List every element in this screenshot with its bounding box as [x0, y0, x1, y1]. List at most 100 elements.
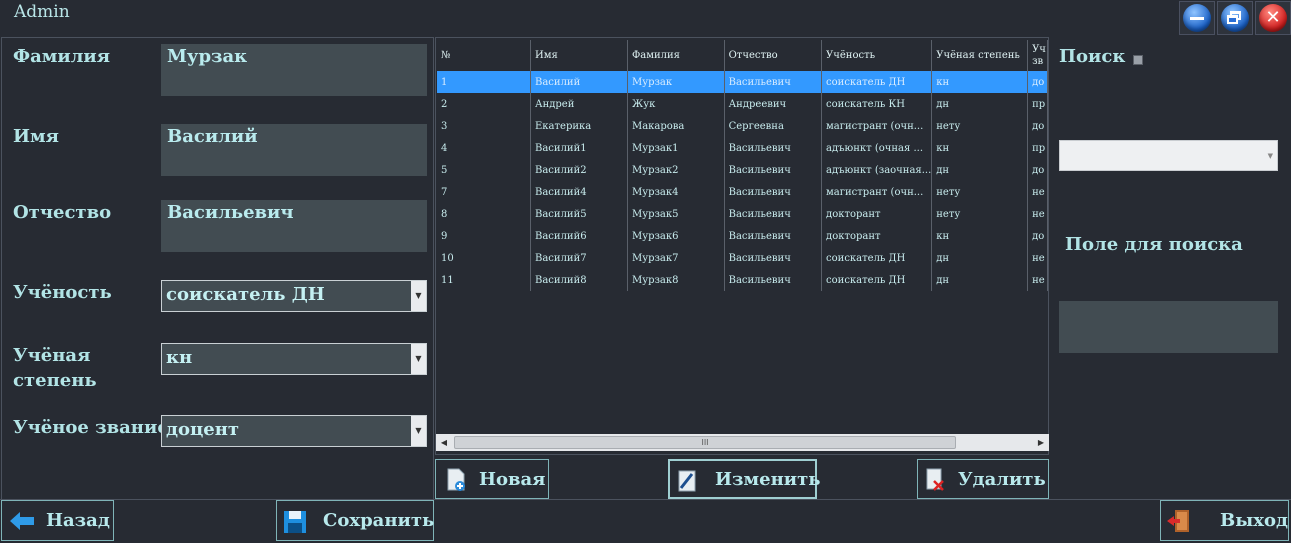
scroll-thumb[interactable]: III — [454, 436, 956, 449]
back-button-label: Назад — [46, 510, 110, 531]
column-header[interactable]: Учёность — [821, 40, 933, 71]
table-cell: Васильевич — [724, 269, 823, 291]
table-cell: Мурзак2 — [627, 159, 725, 181]
degree-select[interactable]: кн ▼ — [161, 343, 427, 375]
table-cell: 8 — [437, 203, 531, 225]
column-header[interactable]: Учёная степень — [931, 40, 1029, 71]
table-cell: Василий — [530, 71, 628, 93]
table-cell: соискатель ДН — [821, 71, 933, 93]
table-row[interactable]: 9 Василий6 Мурзак6 Васильевич докторант кн до — [437, 225, 1048, 247]
academic-title-label: Учёное звание — [13, 417, 169, 438]
table-cell: Василий4 — [530, 181, 628, 203]
table-cell: Мурзак7 — [627, 247, 725, 269]
patronymic-field[interactable]: Васильевич — [161, 200, 427, 252]
save-button[interactable]: Сохранить — [276, 500, 434, 541]
bottom-divider — [0, 499, 1291, 500]
surname-label: Фамилия — [13, 46, 111, 67]
table-cell: магистрант (очн... — [821, 115, 933, 137]
table-cell: дн — [931, 159, 1029, 181]
academic-title-select-value: доцент — [166, 419, 240, 440]
degree-label: Учёная степень — [13, 345, 97, 391]
chevron-down-icon: ▼ — [411, 416, 426, 446]
search-field-label: Поле для поиска — [1065, 234, 1243, 255]
table-row[interactable]: 7 Василий4 Мурзак4 Васильевич магистрант (оч… — [437, 181, 1048, 203]
table-cell: Василий2 — [530, 159, 628, 181]
table-cell: не — [1027, 181, 1048, 203]
table-cell: Мурзак5 — [627, 203, 725, 225]
new-button[interactable]: Новая — [435, 459, 549, 499]
table-cell: Мурзак4 — [627, 181, 725, 203]
table-row[interactable]: 2 Андрей Жук Андреевич соискатель КН дн пр — [437, 93, 1048, 115]
table-cell: Мурзак1 — [627, 137, 725, 159]
table-cell: не — [1027, 203, 1048, 225]
table-cell: 9 — [437, 225, 531, 247]
table-cell: Васильевич — [724, 71, 823, 93]
table-cell: до — [1027, 159, 1048, 181]
minimize-button[interactable] — [1179, 1, 1215, 35]
delete-button-label: Удалить — [958, 468, 1046, 490]
table-cell: 3 — [437, 115, 531, 137]
academic-title-select[interactable]: доцент ▼ — [161, 415, 427, 447]
search-input[interactable] — [1059, 301, 1278, 353]
restore-button[interactable] — [1217, 1, 1253, 35]
table-row[interactable]: 1 Василий Мурзак Васильевич соискатель ДН кн д… — [437, 71, 1048, 93]
search-label: Поиск — [1059, 46, 1126, 67]
column-header[interactable]: Уч зв — [1027, 40, 1048, 71]
scroll-right-icon[interactable]: ▶ — [1033, 434, 1049, 451]
table-cell: Мурзак — [627, 71, 725, 93]
grid-horizontal-scrollbar[interactable]: ◀ III ▶ — [436, 434, 1049, 451]
table-cell: до — [1027, 71, 1048, 93]
table-cell: до — [1027, 225, 1048, 247]
records-grid[interactable]: № Имя Фамилия Отчество Учёность Учёная степен… — [435, 37, 1049, 455]
table-cell: нету — [931, 203, 1029, 225]
table-cell: дн — [931, 269, 1029, 291]
study-select[interactable]: соискатель ДН ▼ — [161, 280, 427, 312]
restore-icon — [1221, 4, 1249, 32]
minimize-icon — [1183, 4, 1211, 32]
exit-button[interactable]: Выход — [1160, 500, 1289, 541]
table-cell: Васильевич — [724, 247, 823, 269]
table-row[interactable]: 10 Василий7 Мурзак7 Васильевич соискатель ДН… — [437, 247, 1048, 269]
back-button[interactable]: Назад — [1, 500, 114, 541]
floppy-icon — [284, 511, 306, 533]
table-cell: дн — [931, 247, 1029, 269]
table-cell: Василий5 — [530, 203, 628, 225]
name-field[interactable]: Василий — [161, 124, 427, 176]
search-column-select[interactable]: ▼ — [1059, 140, 1278, 171]
table-cell: не — [1027, 269, 1048, 291]
table-cell: кн — [931, 225, 1029, 247]
study-select-value: соискатель ДН — [166, 284, 325, 305]
column-header[interactable]: № — [437, 40, 531, 71]
table-row[interactable]: 8 Василий5 Мурзак5 Васильевич докторант нету н… — [437, 203, 1048, 225]
table-cell: 1 — [437, 71, 531, 93]
table-cell: дн — [931, 93, 1029, 115]
table-cell: Васильевич — [724, 225, 823, 247]
study-label: Учёность — [13, 282, 112, 303]
surname-field[interactable]: Мурзак — [161, 44, 427, 96]
edit-doc-icon — [678, 470, 696, 492]
table-cell: Андрей — [530, 93, 628, 115]
table-row[interactable]: 11 Василий8 Мурзак8 Васильевич соискатель ДН… — [437, 269, 1048, 291]
table-row[interactable]: 3 Екатерика Макарова Сергеевна магистрант (о… — [437, 115, 1048, 137]
close-button[interactable]: ✕ — [1255, 1, 1291, 35]
column-header[interactable]: Фамилия — [627, 40, 725, 71]
scroll-left-icon[interactable]: ◀ — [436, 434, 452, 451]
table-cell: соискатель КН — [821, 93, 933, 115]
save-button-label: Сохранить — [323, 510, 435, 531]
table-row[interactable]: 4 Василий1 Мурзак1 Васильевич адъюнкт (очная… — [437, 137, 1048, 159]
table-cell: нету — [931, 181, 1029, 203]
table-cell: Васильевич — [724, 181, 823, 203]
search-checkbox[interactable] — [1133, 55, 1143, 65]
table-cell: 10 — [437, 247, 531, 269]
column-header[interactable]: Имя — [530, 40, 628, 71]
table-cell: кн — [931, 137, 1029, 159]
delete-button[interactable]: Удалить — [917, 459, 1049, 499]
table-cell: 2 — [437, 93, 531, 115]
table-cell: 7 — [437, 181, 531, 203]
edit-button[interactable]: Изменить — [668, 459, 820, 499]
column-header[interactable]: Отчество — [724, 40, 823, 71]
table-cell: пр — [1027, 137, 1048, 159]
table-row[interactable]: 5 Василий2 Мурзак2 Васильевич адъюнкт (заочн… — [437, 159, 1048, 181]
table-cell: Васильевич — [724, 137, 823, 159]
table-cell: докторант — [821, 225, 933, 247]
